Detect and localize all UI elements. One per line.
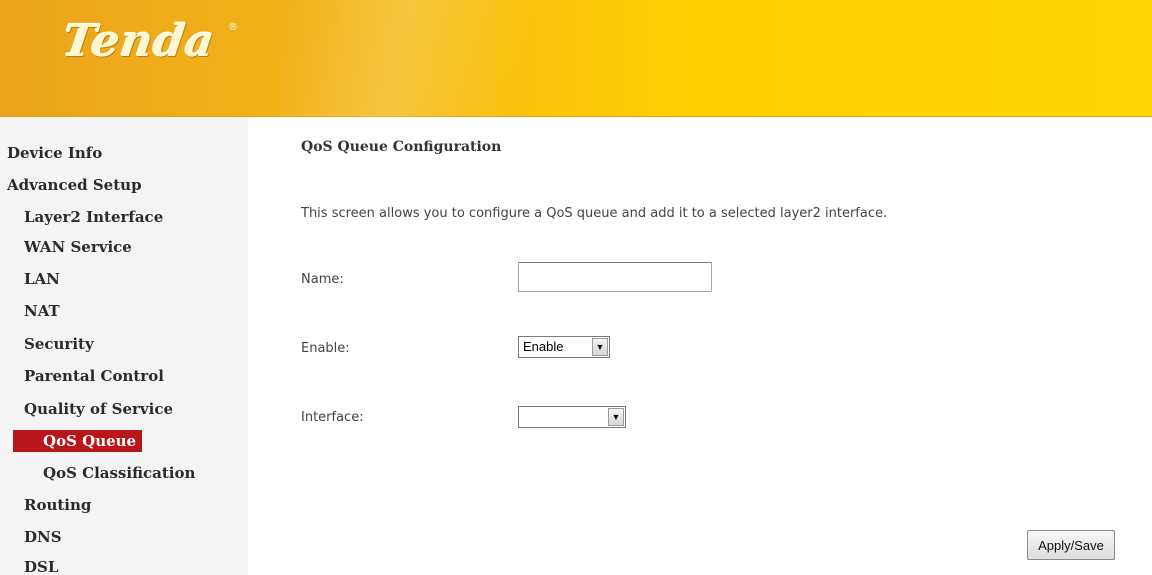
page-description: This screen allows you to configure a Qo… <box>301 206 888 221</box>
sidebar-item-security[interactable]: Security <box>24 333 94 355</box>
header-glare <box>280 0 580 117</box>
sidebar-item-qos-classification[interactable]: QoS Classification <box>43 462 195 484</box>
sidebar-item-dns[interactable]: DNS <box>24 526 62 548</box>
chevron-down-icon: ▼ <box>608 408 624 426</box>
sidebar-nav: Device Info Advanced Setup Layer2 Interf… <box>0 118 248 575</box>
sidebar-item-advanced-setup[interactable]: Advanced Setup <box>7 174 142 196</box>
sidebar-item-device-info[interactable]: Device Info <box>7 142 102 164</box>
sidebar-item-wan-service[interactable]: WAN Service <box>24 236 132 258</box>
enable-label: Enable: <box>301 341 350 356</box>
main-content: QoS Queue Configuration This screen allo… <box>248 118 1152 575</box>
sidebar-item-dsl[interactable]: DSL <box>24 556 58 575</box>
enable-select-value: Enable <box>523 339 564 354</box>
tenda-logo: Tenda <box>59 16 219 67</box>
sidebar-item-layer2-interface[interactable]: Layer2 Interface <box>24 206 163 228</box>
sidebar-item-qos-queue[interactable]: QoS Queue <box>13 430 143 452</box>
interface-label: Interface: <box>301 410 364 425</box>
sidebar-item-quality-of-service[interactable]: Quality of Service <box>24 398 173 420</box>
sidebar-item-routing[interactable]: Routing <box>24 494 91 516</box>
sidebar-item-lan[interactable]: LAN <box>24 268 60 290</box>
interface-select[interactable]: ▼ <box>518 406 626 428</box>
name-label: Name: <box>301 272 344 287</box>
name-input[interactable] <box>518 262 712 292</box>
apply-save-button[interactable]: Apply/Save <box>1027 530 1115 560</box>
chevron-down-icon: ▼ <box>592 338 608 356</box>
sidebar-item-nat[interactable]: NAT <box>24 300 60 322</box>
enable-select[interactable]: Enable ▼ <box>518 336 610 358</box>
sidebar-item-parental-control[interactable]: Parental Control <box>24 365 164 387</box>
page-title: QoS Queue Configuration <box>301 139 502 155</box>
header-banner: Tenda ® <box>0 0 1152 117</box>
registered-mark: ® <box>228 22 238 33</box>
